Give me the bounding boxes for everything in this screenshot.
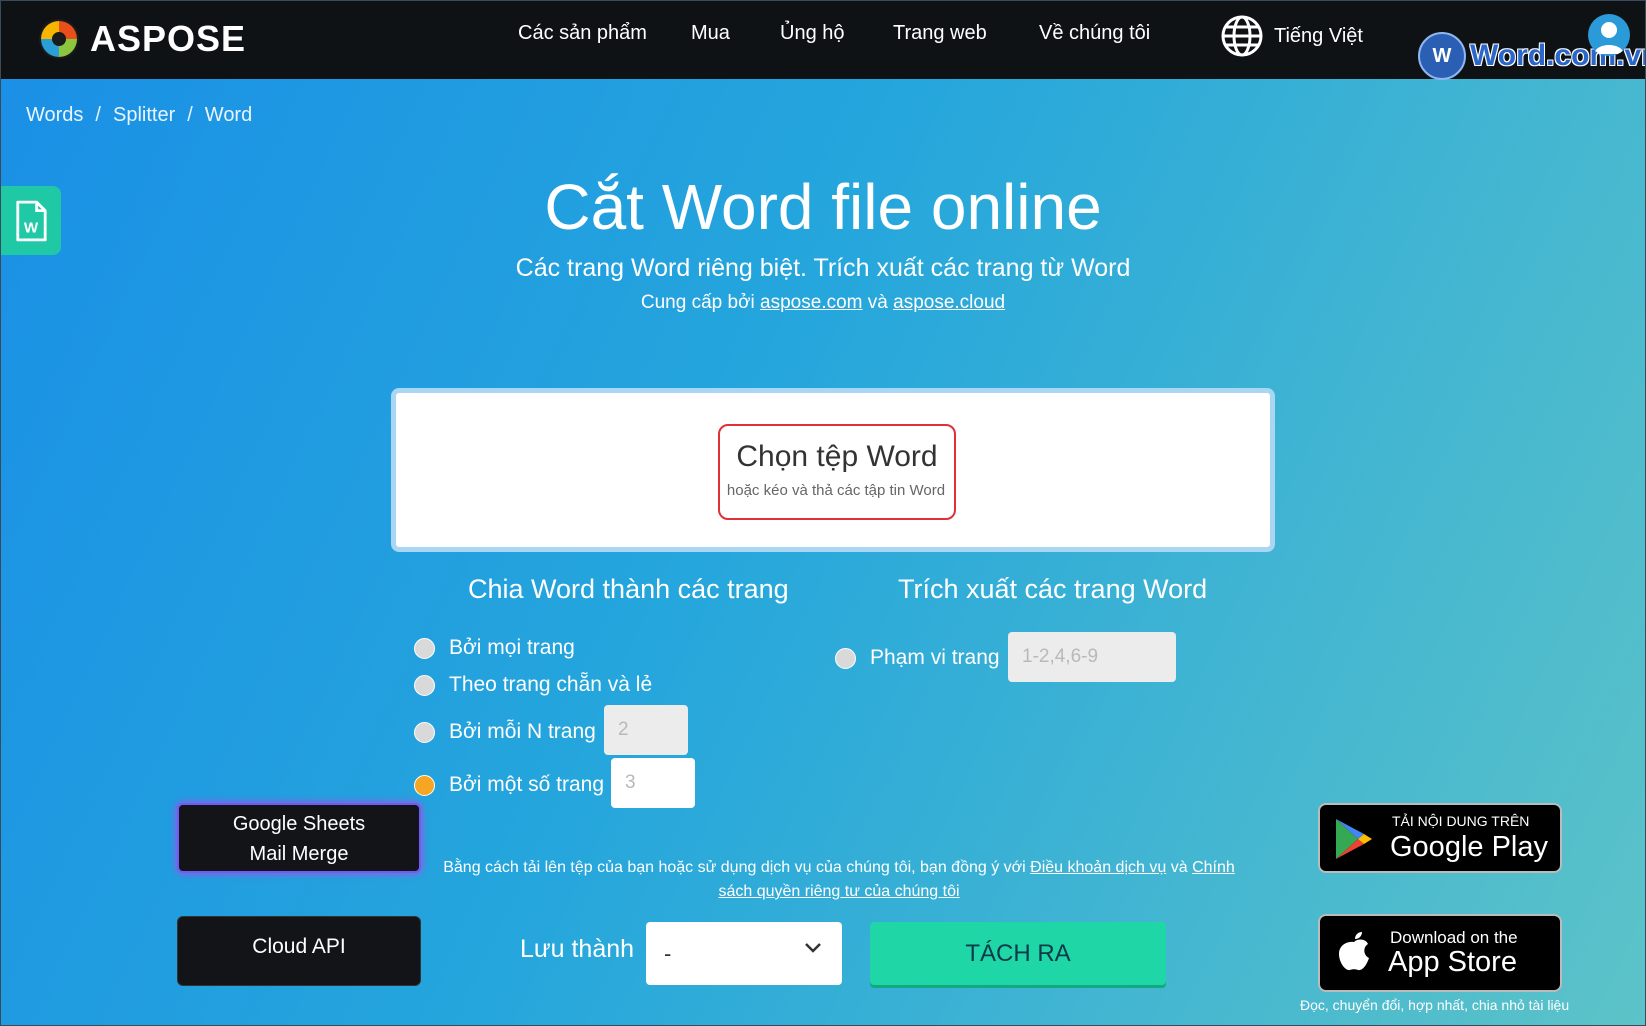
- google-play-icon: [1336, 819, 1372, 859]
- terms-prefix: Bằng cách tải lên tệp của bạn hoặc sử dụ…: [443, 859, 1026, 876]
- radio-label: Bởi mỗi N trang: [449, 720, 596, 743]
- save-format-value: -: [664, 940, 672, 966]
- radio-some-pages[interactable]: Bởi một số trang: [414, 773, 604, 797]
- menu-support[interactable]: Ủng hộ: [780, 22, 845, 45]
- some-pages-input[interactable]: 3: [611, 758, 695, 808]
- menu-website[interactable]: Trang web: [893, 22, 987, 45]
- menu-products[interactable]: Các sản phẩm: [518, 22, 647, 45]
- google-play-badge[interactable]: TẢI NỘI DUNG TRÊN Google Play: [1318, 803, 1562, 873]
- breadcrumb-separator: /: [95, 104, 101, 126]
- terms-of-service-link[interactable]: Điều khoản dịch vụ: [1030, 859, 1166, 876]
- choose-file-button[interactable]: Chọn tệp Word hoặc kéo và thả các tập ti…: [718, 424, 956, 520]
- user-avatar-icon[interactable]: [1588, 14, 1630, 56]
- menu-buy[interactable]: Mua: [691, 22, 730, 45]
- aspose-swirl-icon: [39, 19, 79, 59]
- google-sheets-mail-merge-button[interactable]: Google Sheets Mail Merge: [177, 803, 421, 873]
- page-title: Cắt Word file online: [544, 171, 1102, 243]
- split-button[interactable]: TÁCH RA: [870, 922, 1166, 985]
- radio-every-page[interactable]: Bởi mọi trang: [414, 636, 575, 660]
- radio-dot: [414, 721, 435, 743]
- powered-and: và: [867, 292, 888, 313]
- radio-label: Phạm vi trang: [870, 646, 1000, 669]
- mail-merge-label: Mail Merge: [249, 843, 349, 865]
- chevron-down-icon: [805, 943, 821, 953]
- apple-icon: [1339, 932, 1369, 971]
- aspose-logo[interactable]: ASPOSE: [36, 14, 246, 64]
- aspose-com-link[interactable]: aspose.com: [760, 292, 862, 313]
- drag-drop-hint: hoặc kéo và thả các tập tin Word: [726, 482, 946, 499]
- powered-prefix: Cung cấp bởi: [640, 292, 755, 313]
- breadcrumb-splitter[interactable]: Splitter: [113, 104, 175, 127]
- radio-dot: [414, 674, 435, 696]
- radio-even-odd[interactable]: Theo trang chẵn và lẻ: [414, 673, 652, 697]
- breadcrumb-separator: /: [187, 104, 193, 126]
- terms-notice: Bằng cách tải lên tệp của bạn hoặc sử dụ…: [425, 856, 1253, 904]
- n-pages-input[interactable]: 2: [604, 705, 688, 755]
- top-navbar: ASPOSE Các sản phẩm Mua Ủng hộ Trang web…: [0, 0, 1646, 80]
- radio-dot-selected: [414, 774, 435, 796]
- menu-about[interactable]: Về chúng tôi: [1039, 22, 1150, 45]
- word-logo-icon: W: [1418, 32, 1466, 80]
- breadcrumb-word[interactable]: Word: [205, 104, 252, 127]
- brand-name: ASPOSE: [90, 18, 247, 59]
- radio-every-n-pages[interactable]: Bởi mỗi N trang: [414, 720, 596, 744]
- google-sheets-label: Google Sheets: [232, 813, 366, 835]
- app-store-badge[interactable]: Download on the App Store: [1318, 914, 1562, 992]
- radio-page-range[interactable]: Phạm vi trang: [835, 646, 1000, 670]
- split-heading: Chia Word thành các trang: [468, 574, 789, 604]
- terms-and: và: [1170, 859, 1188, 876]
- app-store-small-text: Download on the: [1390, 928, 1518, 947]
- choose-file-label: Chọn tệp Word: [736, 440, 938, 473]
- page-subtitle: Các trang Word riêng biệt. Trích xuất cá…: [515, 254, 1131, 282]
- radio-dot: [414, 637, 435, 659]
- language-label: Tiếng Việt: [1274, 24, 1363, 47]
- globe-icon: [1221, 15, 1263, 57]
- radio-label: Bởi một số trang: [449, 773, 604, 796]
- breadcrumb: Words / Splitter / Word: [26, 104, 252, 127]
- radio-label: Bởi mọi trang: [449, 636, 575, 659]
- save-format-select[interactable]: -: [646, 922, 842, 985]
- google-play-small-text: TẢI NỘI DUNG TRÊN: [1392, 813, 1530, 829]
- language-selector[interactable]: Tiếng Việt: [1220, 14, 1363, 58]
- breadcrumb-words[interactable]: Words: [26, 104, 83, 127]
- app-store-big-text: App Store: [1388, 946, 1517, 978]
- radio-dot: [835, 647, 856, 669]
- store-footnote: Đọc, chuyển đổi, hợp nhất, chia nhỏ tài …: [1300, 997, 1570, 1013]
- extract-heading: Trích xuất các trang Word: [898, 574, 1208, 604]
- save-as-label: Lưu thành: [520, 935, 635, 963]
- cloud-api-button[interactable]: Cloud API: [177, 916, 421, 986]
- powered-by: Cung cấp bởi aspose.com và aspose.cloud: [0, 292, 1646, 314]
- google-play-big-text: Google Play: [1390, 831, 1548, 863]
- page-range-input[interactable]: 1-2,4,6-9: [1008, 632, 1176, 682]
- radio-label: Theo trang chẵn và lẻ: [449, 673, 653, 696]
- aspose-cloud-link[interactable]: aspose.cloud: [893, 292, 1005, 313]
